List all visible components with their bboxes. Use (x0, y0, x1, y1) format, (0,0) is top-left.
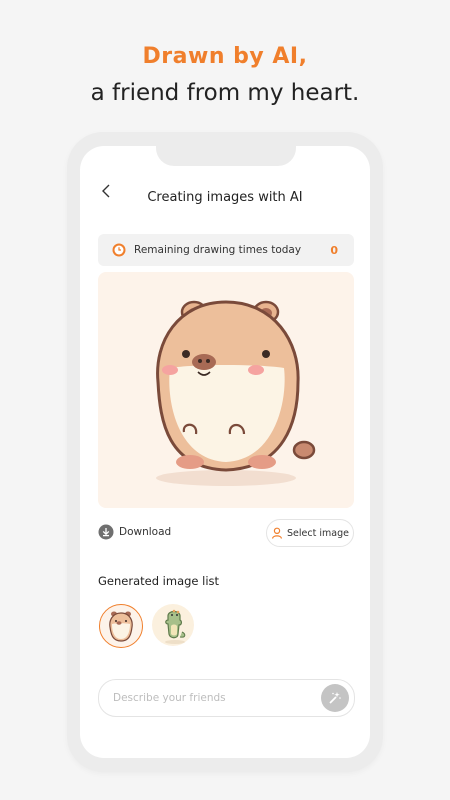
phone-notch (156, 132, 296, 166)
capybara-thumbnail-image (109, 611, 133, 642)
describe-input[interactable] (111, 691, 321, 705)
dinosaur-thumbnail-image (165, 609, 186, 644)
describe-friend-field (98, 679, 355, 717)
headline-secondary: a friend from my heart. (90, 80, 360, 106)
select-image-button[interactable]: Select image (266, 519, 354, 547)
select-image-label: Select image (287, 527, 349, 539)
dinosaur-thumbnail[interactable] (152, 604, 194, 646)
download-label: Download (119, 526, 172, 538)
generated-image (98, 272, 354, 508)
user-icon (271, 527, 283, 539)
clock-icon (112, 243, 126, 257)
page-title: Creating images with AI (147, 190, 303, 205)
magic-wand-icon (329, 692, 341, 704)
capybara-thumbnail[interactable] (99, 604, 143, 648)
download-button[interactable]: Download (98, 522, 171, 542)
download-icon (98, 524, 114, 540)
generated-list-title: Generated image list (98, 574, 220, 588)
remaining-label: Remaining drawing times today (134, 244, 302, 256)
capybara-illustration (156, 300, 316, 486)
remaining-draws-banner: Remaining drawing times today 0 (98, 234, 354, 266)
headline-primary: Drawn by AI, (142, 44, 308, 69)
generate-button[interactable] (321, 684, 349, 712)
remaining-count: 0 (330, 243, 338, 257)
